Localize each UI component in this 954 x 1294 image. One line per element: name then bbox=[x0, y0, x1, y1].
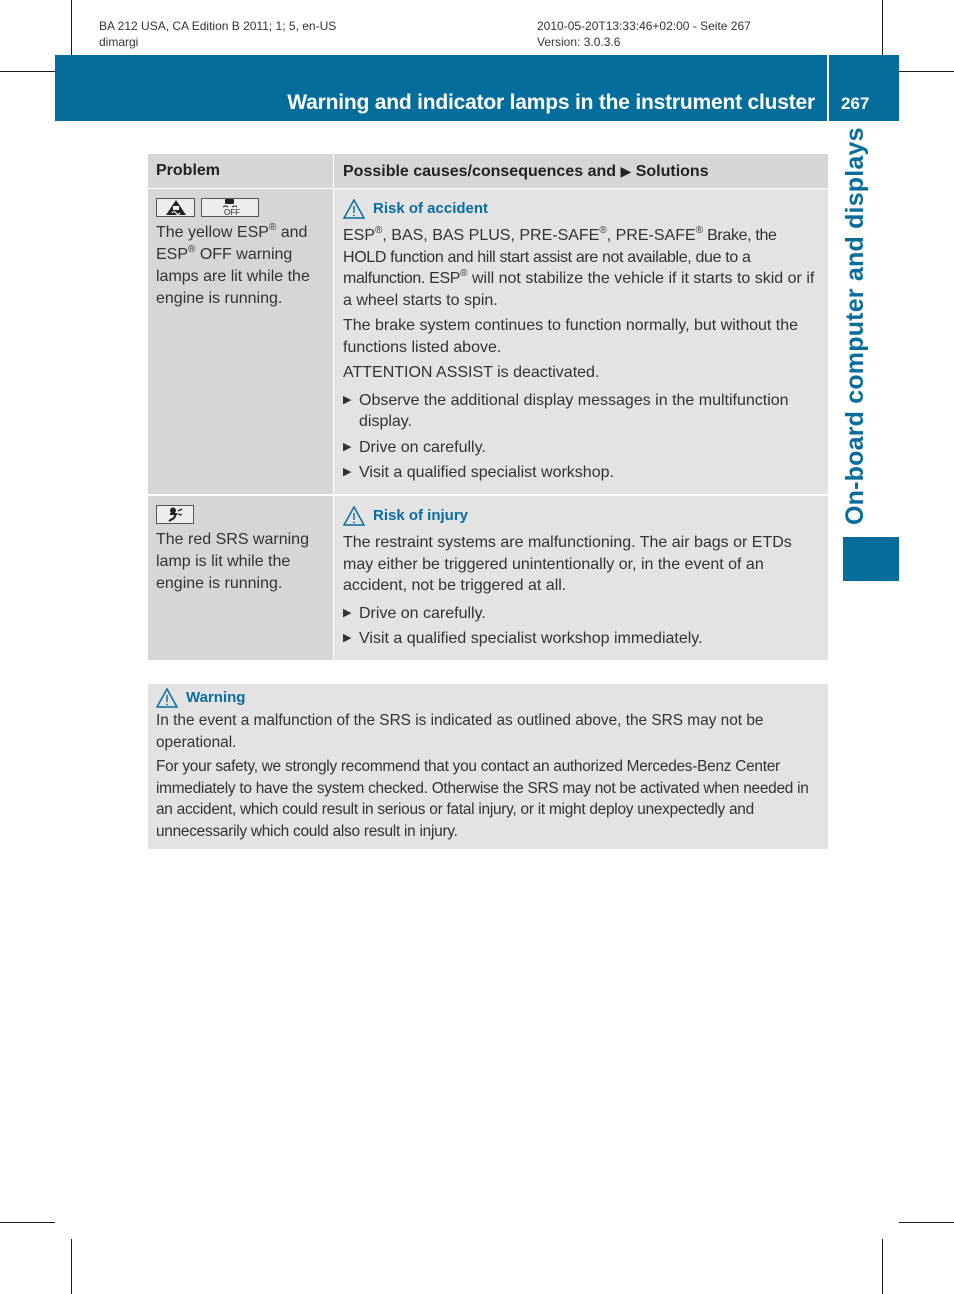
problem-description: The yellow ESP® and ESP® OFF warning lam… bbox=[156, 222, 325, 310]
crop-mark-bottom-right-horizontal bbox=[899, 1222, 954, 1223]
consequence-paragraph: The restraint systems are malfunctioning… bbox=[343, 534, 792, 594]
bullet-arrow-icon: ▶ bbox=[343, 466, 352, 478]
consequence-paragraph: ESP®, BAS, BAS PLUS, PRE-SAFE®, PRE-SAFE… bbox=[343, 225, 820, 311]
bullet-arrow-icon: ▶ bbox=[343, 632, 352, 644]
page-number-box: 267 bbox=[829, 55, 899, 121]
problem-description: The red SRS warning lamp is lit while th… bbox=[156, 531, 309, 592]
table-row: The red SRS warning lamp is lit while th… bbox=[148, 496, 828, 660]
meta-timestamp: 2010-05-20T13:33:46+02:00 - Seite 267 bbox=[537, 19, 751, 33]
risk-label: Risk of accident bbox=[373, 200, 489, 217]
warning-paragraph: For your safety, we strongly recommend t… bbox=[156, 758, 809, 840]
table-header-row: Problem Possible causes/consequences and… bbox=[148, 154, 828, 188]
esp-warning-lamp-icon bbox=[156, 198, 195, 217]
meta-edition: BA 212 USA, CA Edition B 2011; 1; 5, en-… bbox=[99, 19, 337, 33]
warning-triangle-icon bbox=[156, 688, 178, 708]
chapter-tab-marker bbox=[843, 537, 899, 581]
registered-mark: ® bbox=[460, 268, 468, 279]
lamp-icons: OFF bbox=[156, 198, 325, 218]
warning-triangle-icon bbox=[343, 199, 365, 219]
problem-cell: OFF The yellow ESP® and ESP® OFF warning… bbox=[148, 189, 333, 494]
solution-text: Visit a qualified specialist workshop im… bbox=[359, 630, 703, 647]
lamp-icons bbox=[156, 505, 325, 525]
page-number: 267 bbox=[841, 94, 870, 113]
header-causes: Possible causes/consequences and ▶ Solut… bbox=[333, 154, 828, 188]
header-problem: Problem bbox=[148, 154, 333, 188]
section-title: Warning and indicator lamps in the instr… bbox=[287, 91, 815, 114]
risk-heading: Risk of injury bbox=[343, 506, 820, 526]
risk-label: Risk of injury bbox=[373, 507, 469, 524]
esp-off-lamp-icon: OFF bbox=[201, 198, 259, 217]
solution-step: ▶ Drive on carefully. bbox=[343, 603, 820, 625]
bullet-arrow-icon: ▶ bbox=[343, 393, 352, 406]
section-header: Warning and indicator lamps in the instr… bbox=[55, 55, 827, 121]
problem-cell: The red SRS warning lamp is lit while th… bbox=[148, 496, 333, 660]
chapter-side-tab-label: On-board computer and displays bbox=[841, 127, 869, 525]
meta-version: Version: 3.0.3.6 bbox=[537, 35, 621, 49]
warning-heading: Warning bbox=[156, 688, 820, 708]
print-meta-right: 2010-05-20T13:33:46+02:00 - Seite 267 Ve… bbox=[537, 18, 751, 50]
solution-step: ▶ Visit a qualified specialist workshop i… bbox=[343, 628, 820, 650]
warning-paragraph: In the event a malfunction of the SRS is… bbox=[156, 712, 764, 751]
crop-mark-top-right-vertical bbox=[882, 0, 883, 55]
solution-text: Visit a qualified specialist workshop. bbox=[359, 464, 614, 481]
table-row: OFF The yellow ESP® and ESP® OFF warning… bbox=[148, 189, 828, 494]
warning-label: Warning bbox=[186, 689, 246, 706]
solution-text: Observe the additional display messages … bbox=[359, 391, 789, 431]
warning-triangle-icon bbox=[343, 506, 365, 526]
solution-text: Drive on carefully. bbox=[359, 438, 486, 456]
header-solutions-text: Solutions bbox=[635, 163, 709, 180]
meta-author: dimargi bbox=[99, 35, 139, 49]
registered-mark: ® bbox=[695, 225, 704, 236]
srs-warning-box: Warning In the event a malfunction of th… bbox=[148, 684, 828, 849]
solutions-arrow-icon: ▶ bbox=[620, 163, 632, 179]
solution-text: Drive on carefully. bbox=[359, 604, 486, 622]
crop-mark-bottom-left-vertical bbox=[71, 1239, 72, 1294]
svg-text:OFF: OFF bbox=[224, 208, 240, 216]
para-text: ESP bbox=[343, 227, 376, 244]
problem-text-part: The yellow ESP bbox=[156, 224, 269, 241]
registered-mark: ® bbox=[599, 225, 607, 236]
bullet-arrow-icon: ▶ bbox=[343, 606, 352, 619]
para-text: , PRE-SAFE bbox=[606, 227, 696, 244]
solution-step: ▶ Drive on carefully. bbox=[343, 437, 820, 459]
solution-cell: Risk of injury The restraint systems are… bbox=[333, 496, 828, 660]
consequence-paragraph: ATTENTION ASSIST is deactivated. bbox=[343, 364, 600, 381]
crop-mark-top-left-horizontal bbox=[0, 71, 55, 72]
print-meta-left: BA 212 USA, CA Edition B 2011; 1; 5, en-… bbox=[99, 18, 336, 50]
consequence-paragraph: The brake system continues to function n… bbox=[343, 317, 799, 356]
risk-heading: Risk of accident bbox=[343, 199, 820, 219]
bullet-arrow-icon: ▶ bbox=[343, 440, 352, 453]
solution-step: ▶ Observe the additional display messages… bbox=[343, 390, 820, 433]
para-text: , BAS, BAS PLUS, PRE-SAFE bbox=[382, 227, 600, 244]
crop-mark-top-right-horizontal bbox=[899, 71, 954, 72]
srs-airbag-lamp-icon bbox=[156, 505, 194, 524]
header-causes-text: Possible causes/consequences and bbox=[343, 163, 617, 180]
lamps-table: Problem Possible causes/consequences and… bbox=[148, 154, 828, 660]
solution-step: ▶ Visit a qualified specialist workshop. bbox=[343, 462, 820, 484]
crop-mark-bottom-right-vertical bbox=[882, 1239, 883, 1294]
solution-cell: Risk of accident ESP®, BAS, BAS PLUS, PR… bbox=[333, 189, 828, 494]
crop-mark-top-left-vertical bbox=[71, 0, 72, 55]
crop-mark-bottom-left-horizontal bbox=[0, 1222, 55, 1223]
